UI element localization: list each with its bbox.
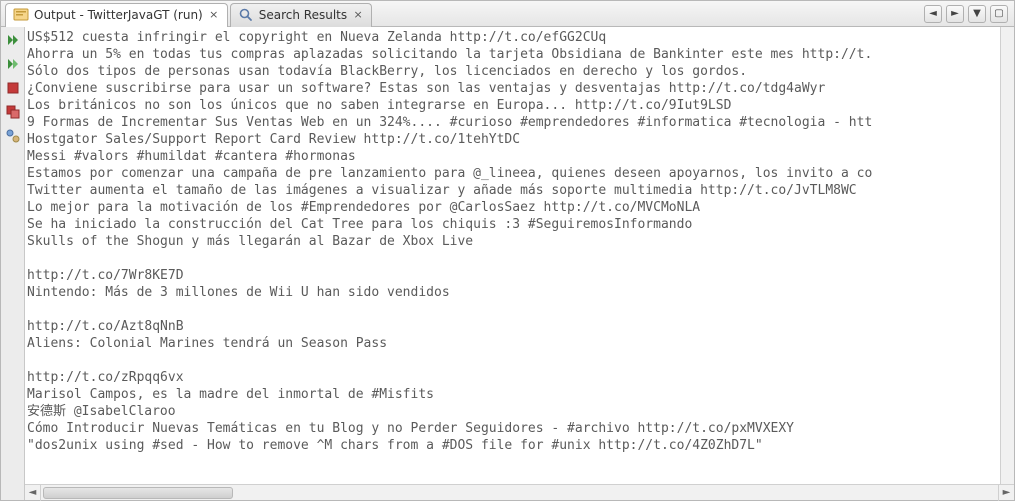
- tab-search-results[interactable]: Search Results ×: [230, 3, 372, 27]
- tabbar-right-controls: ◄ ► ▼ ▢: [924, 5, 1010, 23]
- body-area: US$512 cuesta infringir el copyright en …: [1, 27, 1014, 500]
- tab-list: Output - TwitterJavaGT (run) × Search Re…: [5, 1, 374, 27]
- stop-icon[interactable]: [4, 79, 22, 97]
- scroll-track[interactable]: [41, 485, 998, 500]
- rerun-icon[interactable]: [4, 31, 22, 49]
- run-icon[interactable]: [4, 55, 22, 73]
- horizontal-scrollbar[interactable]: ◄ ►: [25, 484, 1014, 500]
- vertical-scrollbar[interactable]: [1000, 27, 1014, 484]
- scroll-right-icon[interactable]: ►: [998, 485, 1014, 501]
- tab-label: Output - TwitterJavaGT (run): [34, 8, 203, 22]
- output-icon: [13, 7, 29, 23]
- settings-icon[interactable]: [4, 127, 22, 145]
- content-wrap: US$512 cuesta infringir el copyright en …: [25, 27, 1014, 500]
- close-icon[interactable]: ×: [352, 9, 364, 21]
- output-window: Output - TwitterJavaGT (run) × Search Re…: [0, 0, 1015, 501]
- maximize-button[interactable]: ▢: [990, 5, 1008, 23]
- tab-label: Search Results: [259, 8, 347, 22]
- close-icon[interactable]: ×: [208, 9, 220, 21]
- scroll-left-button[interactable]: ◄: [924, 5, 942, 23]
- scroll-right-button[interactable]: ►: [946, 5, 964, 23]
- action-gutter: [1, 27, 25, 500]
- search-icon: [238, 7, 254, 23]
- scroll-left-icon[interactable]: ◄: [25, 485, 41, 501]
- tab-bar: Output - TwitterJavaGT (run) × Search Re…: [1, 1, 1014, 27]
- tab-dropdown-button[interactable]: ▼: [968, 5, 986, 23]
- tab-output[interactable]: Output - TwitterJavaGT (run) ×: [5, 3, 228, 27]
- scroll-thumb[interactable]: [43, 487, 233, 499]
- stop-all-icon[interactable]: [4, 103, 22, 121]
- console-output[interactable]: US$512 cuesta infringir el copyright en …: [25, 27, 1000, 484]
